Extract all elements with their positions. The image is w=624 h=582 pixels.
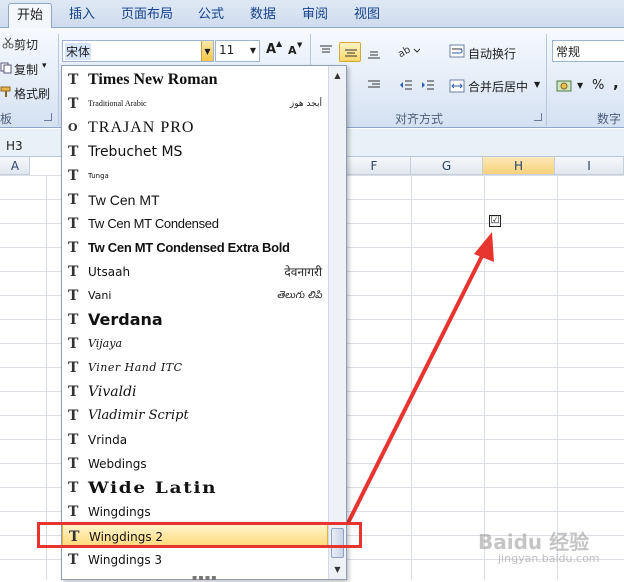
font-option-tw-cen-mt-condensed-extra-bold[interactable]: T Tw Cen MT Condensed Extra Bold [62,236,328,260]
font-option-label: Wingdings [88,505,151,519]
scroll-up-icon[interactable]: ▲ [330,67,345,83]
truetype-icon: T [68,336,85,354]
font-script-sample: أبجد هوز [289,99,322,109]
font-option-wide-latin[interactable]: T Wide Latin [62,476,328,500]
resize-grip[interactable]: ▪▪▪▪ [192,573,218,582]
truetype-icon: T [68,504,85,522]
font-option-label: Vivaldi [88,384,137,400]
font-option-label: Wingdings 3 [88,553,163,567]
font-script-sample: తెలుగు లిపి [276,290,322,301]
truetype-icon: T [68,192,85,210]
baidu-watermark: Baidu 经验 [478,530,590,554]
opentype-icon: O [68,120,85,138]
font-option-vani[interactable]: T Vani తెలుగు లిపి [62,284,328,308]
truetype-icon: T [68,312,85,330]
font-script-sample: देवनागरी [284,265,322,279]
highlight-box [37,522,362,548]
font-option-label: Tw Cen MT [88,192,160,208]
font-option-times-new-roman[interactable]: T Times New Roman [62,68,328,92]
truetype-icon: T [68,480,85,498]
font-option-tw-cen-mt-condensed[interactable]: T Tw Cen MT Condensed [62,212,328,236]
truetype-icon: T [68,360,85,378]
font-option-label: Vladimir Script [88,408,189,423]
font-option-tunga[interactable]: T Tunga [62,164,328,188]
font-option-label: Tw Cen MT Condensed [88,216,219,231]
font-option-vrinda[interactable]: T Vrinda [62,428,328,452]
font-option-wingdings[interactable]: T Wingdings [62,500,328,524]
font-option-label: Tw Cen MT Condensed Extra Bold [88,240,290,255]
font-option-label: Utsaah [88,265,131,279]
truetype-icon: T [68,432,85,450]
truetype-icon: T [68,264,85,282]
truetype-icon: T [68,456,85,474]
font-option-trajan-pro[interactable]: O Trajan Pro [62,116,328,140]
font-option-vijaya[interactable]: T Vijaya [62,332,328,356]
font-option-trebuchet-ms[interactable]: T Trebuchet MS [62,140,328,164]
font-option-label: Vani [88,289,112,302]
font-option-label: Vijaya [88,337,123,350]
truetype-icon: T [68,408,85,426]
font-option-label: Wide Latin [88,478,218,497]
truetype-icon: T [68,72,85,90]
font-option-label: Verdana [88,310,163,329]
font-option-tw-cen-mt[interactable]: T Tw Cen MT [62,188,328,212]
font-option-label: Vrinda [88,433,128,447]
truetype-icon: T [68,168,85,186]
font-option-utsaah[interactable]: T Utsaah देवनागरी [62,260,328,284]
font-option-viner-hand-itc[interactable]: T Viner Hand ITC [62,356,328,380]
font-list-scrollbar[interactable]: ▲ ▼ [328,66,346,579]
font-option-label: Webdings [88,457,147,471]
truetype-icon: T [68,552,85,570]
font-option-vivaldi[interactable]: T Vivaldi [62,380,328,404]
font-option-label: Trajan Pro [88,119,195,136]
font-option-label: Times New Roman [88,71,218,88]
truetype-icon: T [68,144,85,162]
font-option-label: Viner Hand ITC [88,361,183,374]
font-option-wingdings-3[interactable]: T Wingdings 3 [62,548,328,572]
font-option-webdings[interactable]: T Webdings [62,452,328,476]
truetype-icon: T [68,96,85,114]
font-option-label: Traditional Arabic [88,99,147,108]
font-option-label: Trebuchet MS [88,144,183,160]
font-option-traditional-arabic[interactable]: T Traditional Arabic أبجد هوز [62,92,328,116]
scroll-down-icon[interactable]: ▼ [330,561,345,577]
font-dropdown-list[interactable]: T Times New Roman T Traditional Arabic أ… [61,65,347,582]
baidu-watermark-url: jingyan.baidu.com [498,552,600,565]
truetype-icon: T [68,240,85,258]
font-option-label: Tunga [88,172,109,180]
truetype-icon: T [68,288,85,306]
font-option-vladimir-script[interactable]: T Vladimir Script [62,404,328,428]
truetype-icon: T [68,216,85,234]
font-option-verdana[interactable]: T Verdana [62,308,328,332]
truetype-icon: T [68,384,85,402]
